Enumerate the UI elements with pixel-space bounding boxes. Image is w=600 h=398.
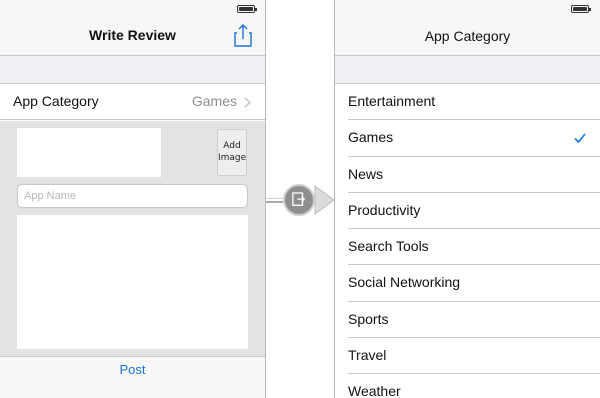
category-list: Entertainment Games News Productivity Se… — [335, 84, 600, 398]
add-image-label-line2: Image — [218, 153, 247, 163]
category-item-label: Productivity — [348, 201, 421, 218]
category-item-search-tools[interactable]: Search Tools — [335, 229, 600, 266]
category-item-label: Sports — [348, 310, 389, 327]
app-image-view — [17, 128, 161, 177]
share-icon[interactable] — [233, 23, 253, 47]
storyboard-canvas: Write Review App Category Games Add Imag… — [0, 0, 600, 398]
app-category-row[interactable]: App Category Games — [0, 84, 265, 120]
navigation-bar: App Category — [335, 0, 600, 56]
navigation-bar: Write Review — [0, 0, 265, 56]
category-item-social-networking[interactable]: Social Networking — [335, 265, 600, 303]
category-item-label: Social Networking — [348, 274, 461, 291]
review-form: Add Image — [0, 121, 265, 356]
battery-icon — [237, 5, 257, 13]
checkmark-icon — [574, 133, 586, 144]
section-spacer — [335, 56, 600, 84]
category-item-weather[interactable]: Weather — [335, 374, 600, 398]
add-image-button[interactable]: Add Image — [217, 129, 247, 176]
category-item-label: Search Tools — [348, 238, 429, 255]
nav-title: Write Review — [89, 27, 176, 43]
chevron-right-icon — [244, 97, 251, 108]
category-item-travel[interactable]: Travel — [335, 338, 600, 375]
category-item-label: Entertainment — [348, 93, 436, 109]
category-item-games[interactable]: Games — [335, 120, 600, 157]
bottom-toolbar: Post — [0, 356, 265, 398]
category-item-news[interactable]: News — [335, 156, 600, 194]
category-item-sports[interactable]: Sports — [335, 301, 600, 339]
category-item-label: News — [348, 165, 384, 182]
nav-title: App Category — [424, 28, 511, 44]
category-item-entertainment[interactable]: Entertainment — [335, 84, 600, 121]
segue-icon[interactable] — [283, 184, 315, 216]
app-category-label: App Category — [13, 93, 99, 109]
app-category-value: Games — [191, 93, 237, 109]
battery-icon — [571, 5, 591, 13]
post-button[interactable]: Post — [0, 362, 265, 377]
category-item-productivity[interactable]: Productivity — [335, 192, 600, 230]
category-item-label: Travel — [348, 347, 387, 364]
category-item-label: Weather — [348, 383, 401, 398]
segue-door-icon — [292, 192, 306, 206]
app-category-screen: App Category Entertainment Games News Pr… — [334, 0, 600, 398]
write-review-screen: Write Review App Category Games Add Imag… — [0, 0, 266, 398]
segue-arrow-icon — [314, 185, 335, 215]
category-item-label: Games — [348, 129, 394, 146]
app-name-field[interactable] — [17, 184, 248, 208]
add-image-label-line1: Add — [223, 141, 241, 151]
section-spacer — [0, 56, 265, 84]
review-text-area[interactable] — [17, 215, 248, 349]
